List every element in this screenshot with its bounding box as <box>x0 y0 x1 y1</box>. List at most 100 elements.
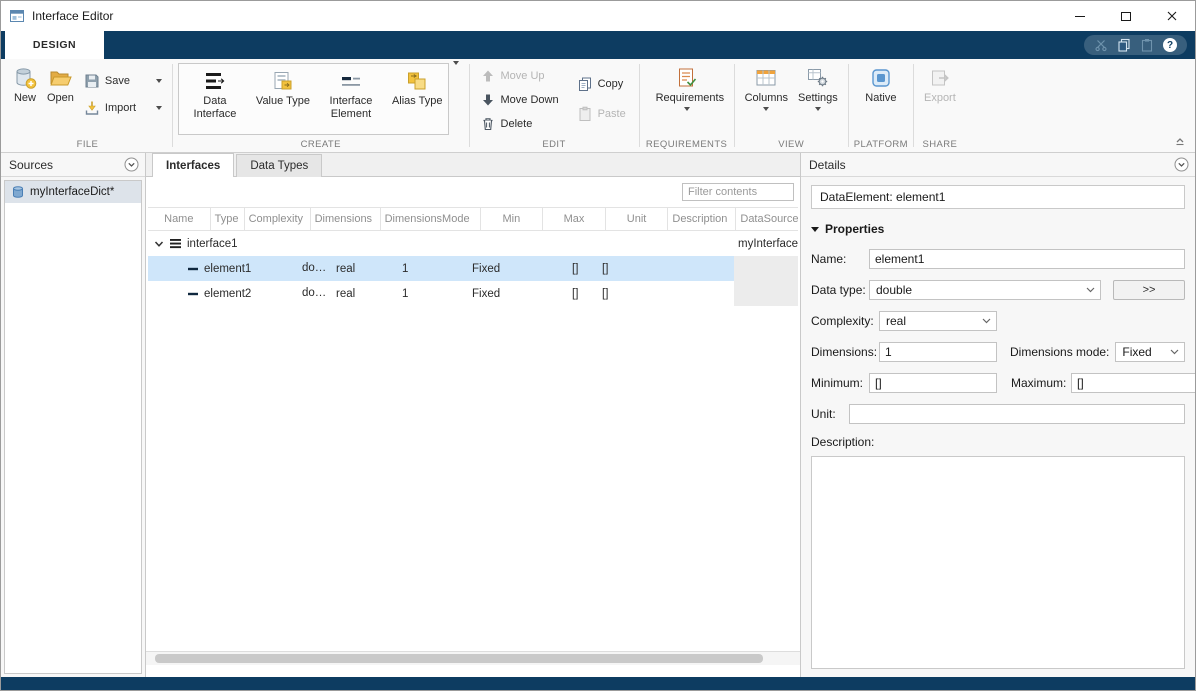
main-content: Sources myInterfaceDict* Interfaces Data… <box>1 153 1195 677</box>
description-textarea[interactable] <box>811 456 1185 669</box>
section-label-create: CREATE <box>178 137 464 152</box>
data-interface-icon <box>203 69 227 93</box>
filter-input[interactable] <box>682 183 794 201</box>
cell-name: element1 <box>148 256 298 281</box>
hscroll-thumb[interactable] <box>155 654 763 663</box>
cell-unit <box>632 256 666 281</box>
window-controls <box>1057 1 1195 31</box>
settings-button[interactable]: Settings <box>793 61 843 111</box>
collapse-details-button[interactable] <box>1174 157 1189 172</box>
column-header-type[interactable]: Type <box>211 208 245 230</box>
column-header-complexity[interactable]: Complexity <box>245 208 311 230</box>
element-icon <box>187 288 199 300</box>
minimize-button[interactable] <box>1057 1 1103 31</box>
cell-name: interface1 <box>148 231 298 256</box>
row-element1[interactable]: element1 double real 1 Fixed [] [] <box>148 256 798 281</box>
source-item[interactable]: myInterfaceDict* <box>5 181 141 203</box>
close-button[interactable] <box>1149 1 1195 31</box>
open-folder-icon <box>48 66 72 90</box>
delete-button[interactable]: Delete <box>475 113 564 135</box>
columns-icon <box>754 66 778 90</box>
move-up-button[interactable]: Move Up <box>475 65 564 87</box>
cell-datasource: myInterfaceDict <box>734 231 798 256</box>
cell-dimensions: 1 <box>398 256 468 281</box>
column-header-description[interactable]: Description <box>668 208 736 230</box>
chevron-down-icon <box>982 318 991 324</box>
expand-data-type-button[interactable]: >> <box>1113 280 1185 300</box>
column-header-min[interactable]: Min <box>481 208 544 230</box>
ribbon-group-platform: Native PLATFORM <box>849 59 913 152</box>
details-form: DataElement: element1 Properties Name: D… <box>801 177 1195 677</box>
import-button[interactable]: Import <box>79 97 167 119</box>
export-button[interactable]: Export <box>919 61 961 105</box>
alias-type-button[interactable]: Alias Type <box>387 64 448 134</box>
data-type-combo[interactable]: double <box>869 280 1101 300</box>
cell-dimensions: 1 <box>398 281 468 306</box>
paste-icon[interactable] <box>1140 38 1154 52</box>
open-button[interactable]: Open <box>42 61 79 105</box>
requirements-button[interactable]: Requirements <box>651 61 723 111</box>
collapse-ribbon-button[interactable] <box>1171 133 1189 149</box>
maximize-button[interactable] <box>1103 1 1149 31</box>
circled-chevron-icon <box>1174 157 1189 172</box>
cell-complexity <box>332 231 398 256</box>
columns-button[interactable]: Columns <box>740 61 793 111</box>
create-gallery-dropdown[interactable] <box>449 61 464 65</box>
help-button[interactable]: ? <box>1163 38 1177 52</box>
native-button[interactable]: Native <box>860 61 901 105</box>
ribbon-group-file: New Open Save Import <box>3 59 172 152</box>
import-icon <box>84 100 100 116</box>
column-header-dimensionsmode[interactable]: DimensionsMode <box>381 208 481 230</box>
horizontal-scrollbar[interactable] <box>146 651 800 665</box>
dimensions-input[interactable] <box>879 342 997 362</box>
unit-input[interactable] <box>849 404 1185 424</box>
details-panel-header: Details <box>801 153 1195 177</box>
row-element2[interactable]: element2 double real 1 Fixed [] [] <box>148 281 798 306</box>
alias-type-icon <box>405 69 429 93</box>
column-header-datasource[interactable]: DataSource <box>736 208 798 230</box>
cut-icon[interactable] <box>1094 38 1108 52</box>
column-header-unit[interactable]: Unit <box>606 208 669 230</box>
unit-label: Unit: <box>811 407 849 421</box>
complexity-combo[interactable]: real <box>879 311 997 331</box>
interface-element-button[interactable]: Interface Element <box>315 64 387 134</box>
data-type-label: Data type: <box>811 283 869 297</box>
copy-button[interactable]: Copy <box>572 73 634 95</box>
row-interface1[interactable]: interface1 myInterfaceDict <box>148 231 798 256</box>
column-header-dimensions[interactable]: Dimensions <box>311 208 381 230</box>
cell-max: [] <box>598 281 632 306</box>
expand-chevron-icon[interactable] <box>154 239 164 249</box>
column-header-max[interactable]: Max <box>543 208 606 230</box>
section-label-file: FILE <box>8 137 167 152</box>
source-item-label: myInterfaceDict* <box>30 186 114 198</box>
column-header-name[interactable]: Name <box>148 208 211 230</box>
dimensions-mode-combo[interactable]: Fixed <box>1115 342 1185 362</box>
window-title: Interface Editor <box>32 9 113 23</box>
native-platform-icon <box>869 66 893 90</box>
maximum-input[interactable] <box>1071 373 1196 393</box>
minimum-input[interactable] <box>869 373 997 393</box>
tab-data-types[interactable]: Data Types <box>236 154 322 177</box>
document-tabs: Interfaces Data Types <box>146 153 800 177</box>
sources-panel-header: Sources <box>1 153 145 177</box>
save-button[interactable]: Save <box>79 70 167 92</box>
paste-button[interactable]: Paste <box>572 103 634 125</box>
dropdown-arrow-icon <box>684 107 690 111</box>
quick-access-toolbar: ? <box>1084 35 1187 55</box>
value-type-button[interactable]: Value Type <box>251 64 315 134</box>
cell-unit <box>632 281 666 306</box>
tab-design[interactable]: DESIGN <box>5 31 104 59</box>
titlebar[interactable]: Interface Editor <box>1 1 1195 31</box>
delete-icon <box>480 116 496 132</box>
paste-icon <box>577 106 593 122</box>
copy-icon[interactable] <box>1117 38 1131 52</box>
move-down-button[interactable]: Move Down <box>475 89 564 111</box>
tab-interfaces[interactable]: Interfaces <box>152 153 234 177</box>
data-interface-button[interactable]: Data Interface <box>179 64 251 134</box>
name-input[interactable] <box>869 249 1185 269</box>
collapse-sources-button[interactable] <box>124 157 139 172</box>
new-button[interactable]: New <box>8 61 42 105</box>
properties-section-toggle[interactable]: Properties <box>811 222 1185 236</box>
settings-icon <box>806 66 830 90</box>
dimensions-label: Dimensions: <box>811 345 879 359</box>
